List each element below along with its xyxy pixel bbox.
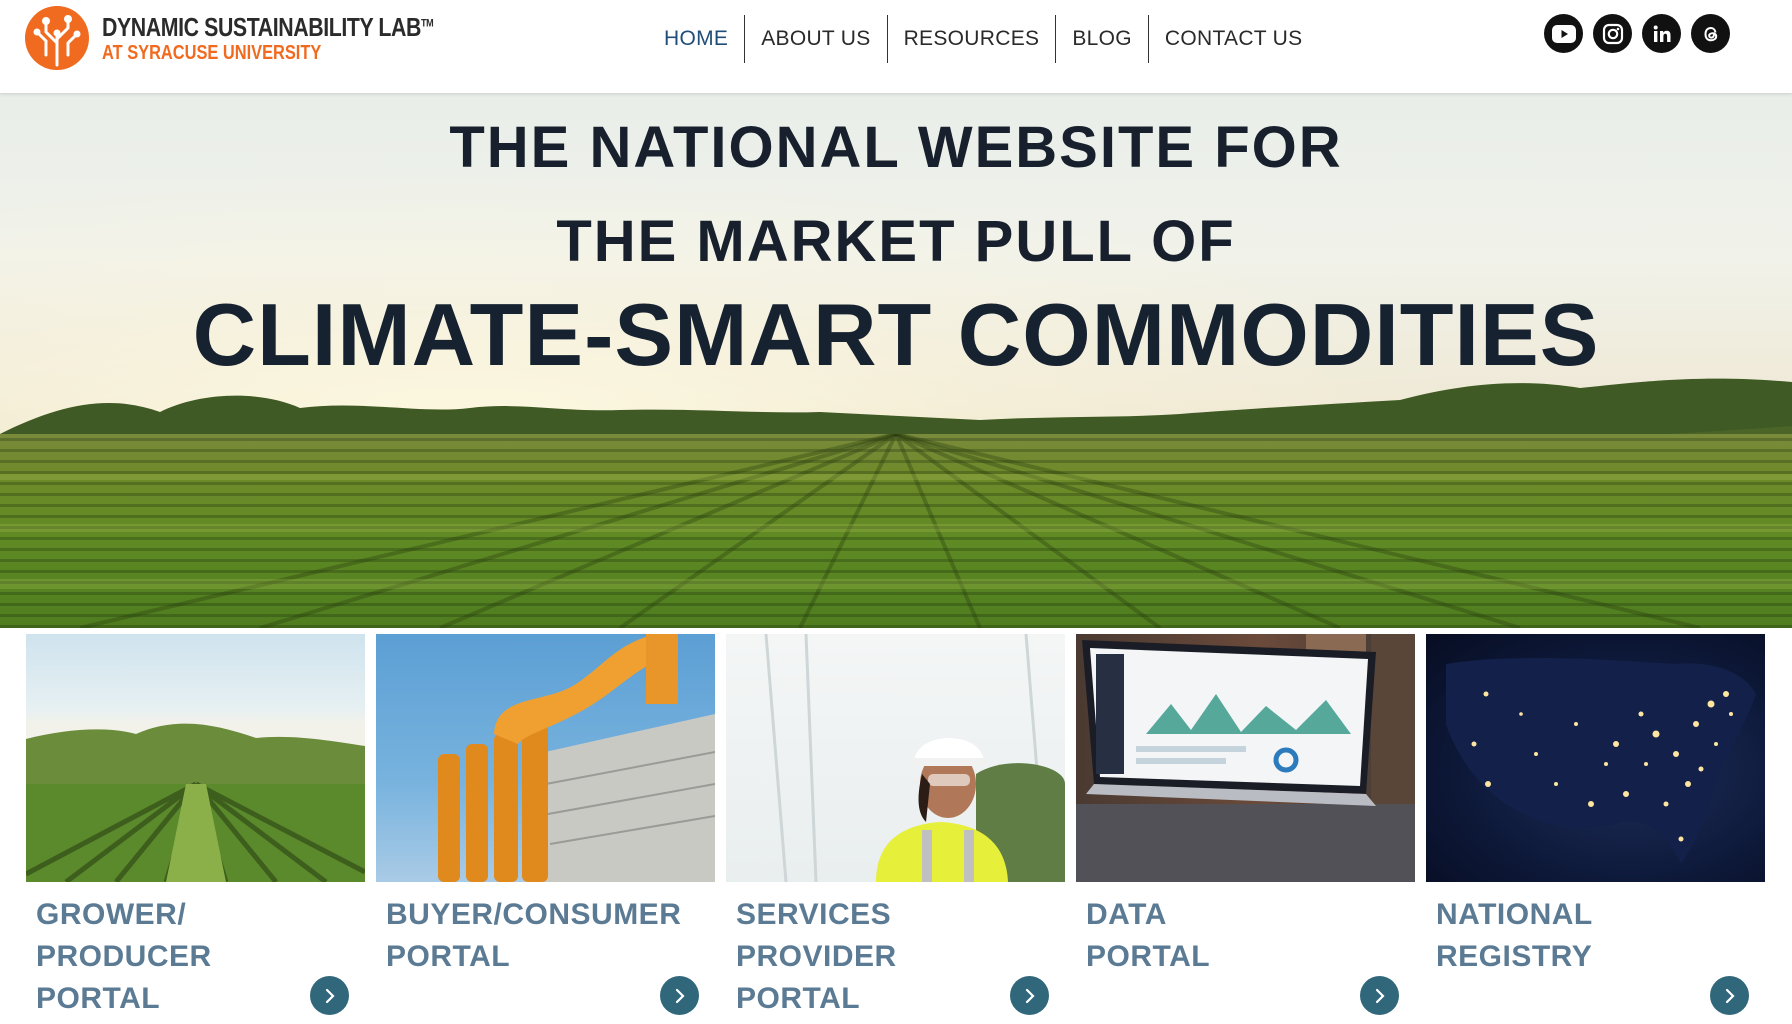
linkedin-icon[interactable] [1642, 14, 1681, 53]
main-nav: HOME ABOUT US RESOURCES BLOG CONTACT US [648, 14, 1318, 64]
chevron-right-icon[interactable] [1360, 976, 1399, 1015]
card-buyer-consumer-portal[interactable]: BUYER/CONSUMER PORTAL [376, 634, 715, 1024]
portal-cards: GROWER/ PRODUCER PORTAL BUYER/CONSUMER P… [26, 634, 1766, 1024]
hero-banner: THE NATIONAL WEBSITE FOR THE MARKET PULL… [0, 94, 1792, 628]
chevron-right-icon[interactable] [1710, 976, 1749, 1015]
card-services-provider-portal[interactable]: SERVICES PROVIDER PORTAL [726, 634, 1065, 1024]
nav-contact-us[interactable]: CONTACT US [1149, 14, 1319, 64]
nav-blog[interactable]: BLOG [1056, 14, 1148, 64]
us-night-lights-photo [1426, 634, 1765, 882]
logo-circuit-icon [25, 6, 89, 70]
card-label: BUYER/CONSUMER PORTAL [386, 898, 682, 973]
logo-subtitle: AT SYRACUSE UNIVERSITY [102, 41, 322, 64]
chevron-right-icon[interactable] [1010, 976, 1049, 1015]
hero-heading-main: CLIMATE-SMART COMMODITIES [192, 285, 1600, 384]
instagram-icon[interactable] [1593, 14, 1632, 53]
hero-heading-line-2: THE MARKET PULL OF [556, 209, 1236, 274]
site-logo[interactable]: DYNAMIC SUSTAINABILITY LABTM AT SYRACUSE… [24, 4, 506, 72]
engineer-worker-photo [726, 634, 1065, 882]
hero-heading-line-1: THE NATIONAL WEBSITE FOR [449, 115, 1343, 180]
chevron-right-icon[interactable] [660, 976, 699, 1015]
social-links [1544, 14, 1730, 53]
card-label: NATIONAL REGISTRY [1436, 898, 1593, 973]
industrial-pipes-photo [376, 634, 715, 882]
logo-title: DYNAMIC SUSTAINABILITY LABTM [102, 11, 434, 42]
nav-resources[interactable]: RESOURCES [888, 14, 1056, 64]
card-national-registry[interactable]: NATIONAL REGISTRY [1426, 634, 1765, 1024]
vineyard-photo [26, 634, 365, 882]
threads-icon[interactable] [1691, 14, 1730, 53]
youtube-icon[interactable] [1544, 14, 1583, 53]
card-label: DATA PORTAL [1086, 898, 1211, 973]
laptop-dashboard-photo [1076, 634, 1415, 882]
chevron-right-icon[interactable] [310, 976, 349, 1015]
card-data-portal[interactable]: DATA PORTAL [1076, 634, 1415, 1024]
nav-home[interactable]: HOME [648, 14, 744, 64]
nav-about-us[interactable]: ABOUT US [745, 14, 886, 64]
site-header: DYNAMIC SUSTAINABILITY LABTM AT SYRACUSE… [0, 0, 1792, 94]
card-grower-producer-portal[interactable]: GROWER/ PRODUCER PORTAL [26, 634, 365, 1024]
